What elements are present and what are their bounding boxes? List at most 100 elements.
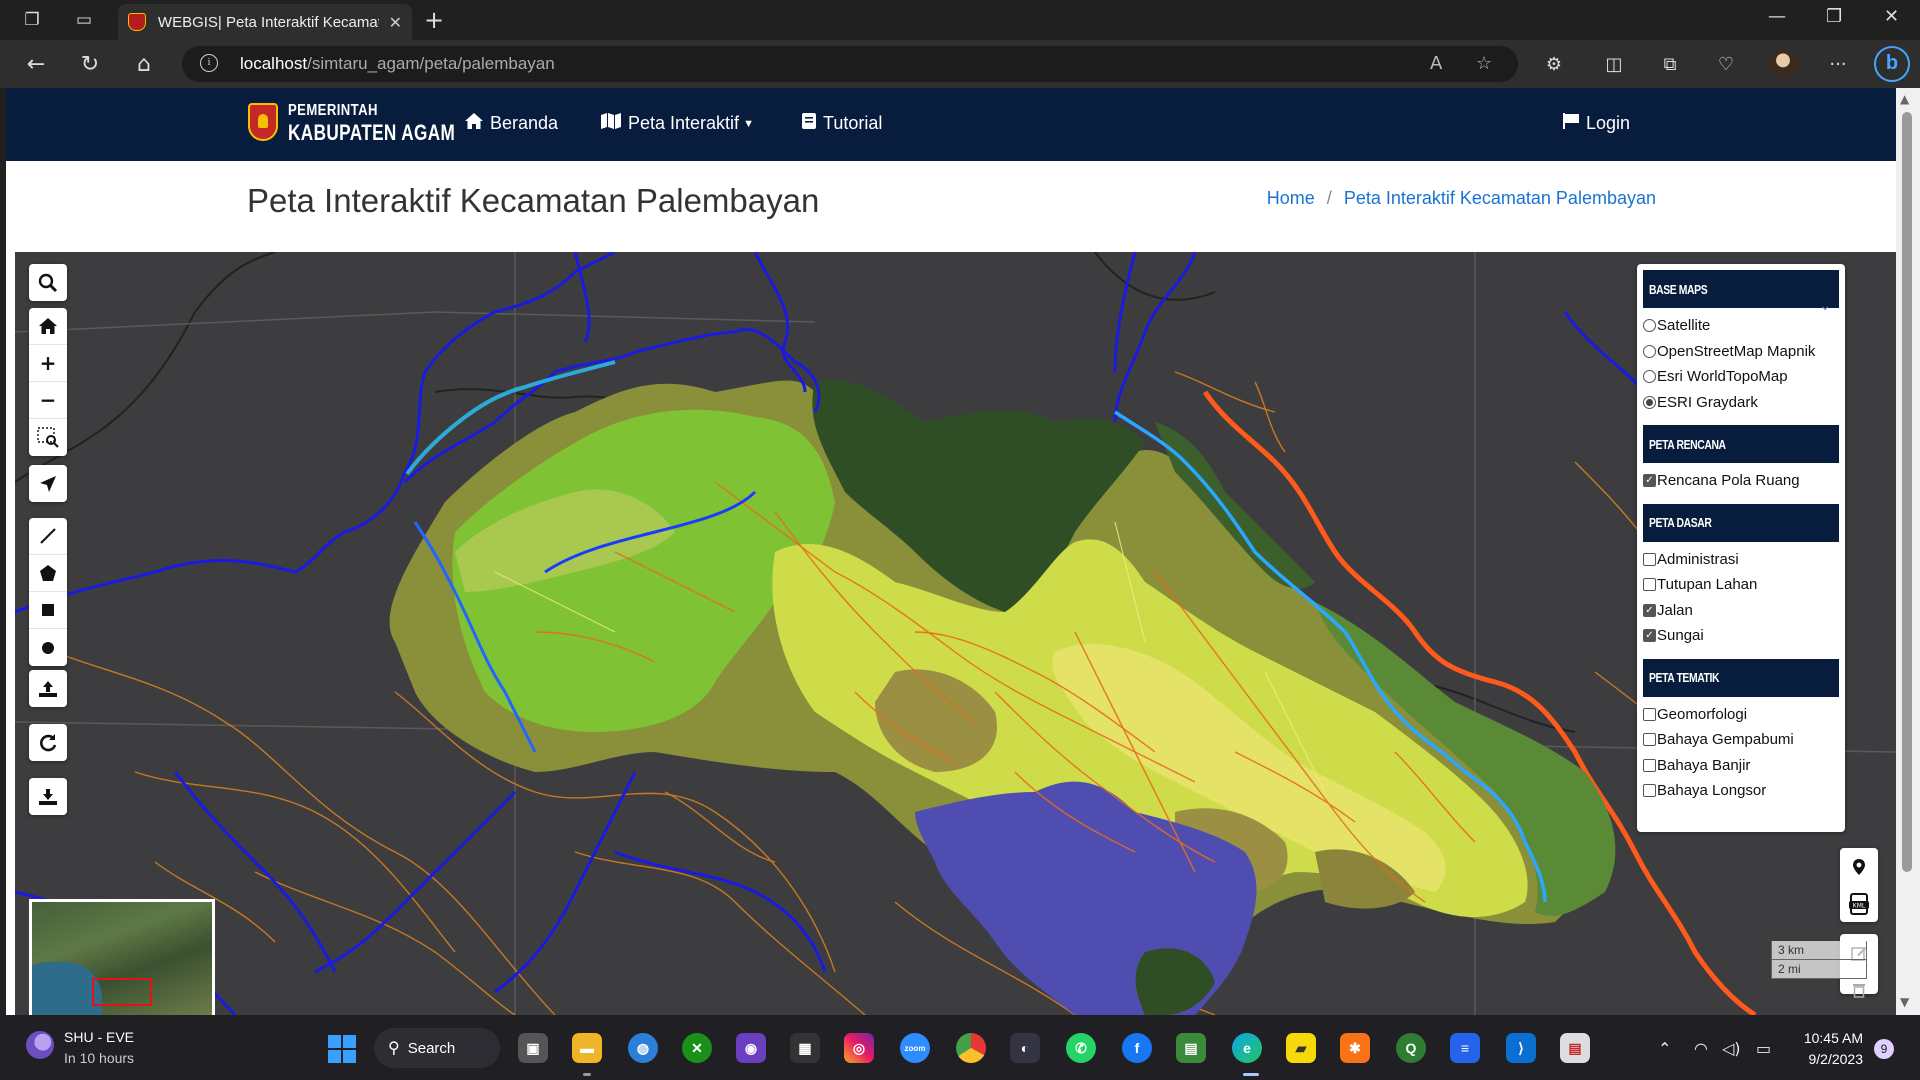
layer-option[interactable]: ✓ Rencana Pola Ruang	[1643, 468, 1839, 494]
checkbox[interactable]	[1643, 578, 1656, 592]
more-menu-icon[interactable]: ···	[1824, 50, 1852, 78]
radio-button-selected[interactable]	[1643, 395, 1656, 409]
battery-icon[interactable]: ▭	[1756, 1039, 1771, 1058]
home-icon[interactable]	[29, 308, 67, 345]
tray-chevron-up-icon[interactable]: ⌃	[1658, 1039, 1671, 1058]
locate-icon[interactable]	[29, 465, 67, 502]
radio-button[interactable]	[1643, 319, 1656, 333]
browser-essentials-icon[interactable]: ♡	[1712, 50, 1740, 78]
volume-icon[interactable]: ◁)	[1722, 1039, 1741, 1058]
zoom-out-icon[interactable]: −	[29, 382, 67, 419]
minimap-extent-box[interactable]	[92, 978, 152, 1006]
read-aloud-icon[interactable]: A	[1430, 53, 1442, 74]
refresh-icon[interactable]	[29, 724, 67, 761]
layer-option[interactable]: Bahaya Gempabumi	[1643, 727, 1839, 753]
app-icon[interactable]: ◐	[1010, 1033, 1040, 1063]
close-tab-icon[interactable]: ✕	[389, 13, 402, 32]
weather-icon[interactable]	[26, 1031, 54, 1059]
chevron-down-icon[interactable]: ⌄	[1819, 298, 1831, 314]
basemap-option[interactable]: OpenStreetMap Mapnik	[1643, 339, 1839, 365]
overview-minimap[interactable]	[29, 899, 215, 1015]
checkbox[interactable]	[1643, 733, 1656, 747]
agam-logo-icon[interactable]	[248, 103, 278, 141]
clock-date[interactable]: 9/2/2023	[1797, 1051, 1864, 1067]
xbox-icon[interactable]: ✕	[682, 1033, 712, 1063]
search-icon[interactable]	[29, 264, 67, 301]
checkbox-checked[interactable]: ✓	[1643, 474, 1656, 488]
workspaces-icon[interactable]: ❐	[20, 8, 44, 32]
basemap-option[interactable]: ESRI Graydark	[1643, 390, 1839, 416]
instagram-icon[interactable]: ◎	[844, 1033, 874, 1063]
layer-option[interactable]: Bahaya Banjir	[1643, 753, 1839, 779]
upload-icon[interactable]	[29, 670, 67, 707]
zoom-icon[interactable]: zoom	[900, 1033, 930, 1063]
checkbox[interactable]	[1643, 707, 1656, 721]
scroll-down-icon[interactable]: ▼	[1900, 995, 1909, 1009]
nav-peta-interaktif[interactable]: Peta Interaktif ▼	[600, 112, 754, 135]
minimize-icon[interactable]: —	[1768, 6, 1786, 27]
taskbar-search-button[interactable]: ⚲ Search	[374, 1028, 500, 1068]
xampp-icon[interactable]: ✱	[1340, 1033, 1370, 1063]
notification-badge[interactable]: 9	[1874, 1039, 1894, 1059]
qgis-icon[interactable]: Q	[1396, 1033, 1426, 1063]
radio-button[interactable]	[1643, 344, 1656, 358]
logo-line1[interactable]: PEMERINTAH	[288, 102, 378, 120]
collections-icon[interactable]: ⧉	[1656, 50, 1684, 78]
nav-beranda[interactable]: Beranda	[464, 112, 558, 135]
extensions-icon[interactable]: ⚙	[1540, 50, 1568, 78]
logo-line2[interactable]: KABUPATEN AGAM	[288, 120, 455, 146]
layer-option[interactable]: Bahaya Longsor	[1643, 778, 1839, 804]
chrome-icon[interactable]	[956, 1033, 986, 1063]
scroll-thumb[interactable]	[1902, 112, 1912, 872]
layer-option[interactable]: Tutupan Lahan	[1643, 572, 1839, 598]
wifi-icon[interactable]: ◠	[1694, 1039, 1708, 1058]
weather-title[interactable]: SHU - EVE	[64, 1029, 134, 1045]
restore-icon[interactable]: ❐	[1826, 6, 1842, 27]
draw-line-icon[interactable]	[29, 518, 67, 555]
interactive-map[interactable]: + − BASE MAPS ⌄ Satellite OpenStreetMap …	[15, 252, 1896, 1015]
download-icon[interactable]	[29, 778, 67, 815]
checkbox-checked[interactable]: ✓	[1643, 603, 1656, 617]
zoom-box-icon[interactable]	[29, 419, 67, 456]
draw-polygon-icon[interactable]	[29, 555, 67, 592]
close-window-icon[interactable]: ✕	[1884, 6, 1899, 27]
copilot-icon[interactable]: b	[1874, 46, 1910, 82]
vscode-icon[interactable]: ⟩	[1506, 1033, 1536, 1063]
kml-export-icon[interactable]: KML	[1840, 885, 1878, 922]
tab-actions-icon[interactable]: ▭	[72, 8, 96, 32]
draw-rectangle-icon[interactable]	[29, 592, 67, 629]
layer-option[interactable]: Geomorfologi	[1643, 702, 1839, 728]
media-app-icon[interactable]: ◉	[736, 1033, 766, 1063]
radio-button[interactable]	[1643, 370, 1656, 384]
profile-avatar[interactable]	[1768, 49, 1798, 79]
task-view-icon[interactable]: ▣	[518, 1033, 548, 1063]
checkbox[interactable]	[1643, 552, 1656, 566]
url-field[interactable]: i localhost/simtaru_agam/peta/palembayan…	[182, 46, 1518, 82]
breadcrumb-home[interactable]: Home	[1267, 188, 1315, 209]
whatsapp-icon[interactable]: ✆	[1066, 1033, 1096, 1063]
reload-icon[interactable]: ↻	[76, 50, 104, 78]
scroll-up-icon[interactable]: ▲	[1900, 92, 1909, 106]
nav-login[interactable]: Login	[1562, 112, 1630, 135]
sticky-notes-icon[interactable]: ▰	[1286, 1033, 1316, 1063]
edge-icon[interactable]: e	[1232, 1033, 1262, 1063]
checkbox[interactable]	[1643, 758, 1656, 772]
checkbox-checked[interactable]: ✓	[1643, 629, 1656, 643]
weather-subtitle[interactable]: In 10 hours	[64, 1050, 134, 1066]
layer-option[interactable]: ✓ Jalan	[1643, 598, 1839, 624]
nav-tutorial[interactable]: Tutorial	[801, 112, 882, 135]
favorite-star-icon[interactable]: ☆	[1476, 53, 1492, 74]
notepad-icon[interactable]: ≡	[1450, 1033, 1480, 1063]
map-marker-icon[interactable]	[1840, 848, 1878, 885]
home-browser-icon[interactable]: ⌂	[130, 50, 158, 78]
globe-app-icon[interactable]: ◍	[628, 1033, 658, 1063]
file-explorer-icon[interactable]: ▬	[572, 1033, 602, 1063]
breadcrumb-current[interactable]: Peta Interaktif Kecamatan Palembayan	[1344, 188, 1656, 209]
site-info-icon[interactable]: i	[200, 54, 218, 72]
facebook-icon[interactable]: f	[1122, 1033, 1152, 1063]
basemap-option[interactable]: Esri WorldTopoMap	[1643, 364, 1839, 390]
layer-option[interactable]: Administrasi	[1643, 547, 1839, 573]
split-screen-icon[interactable]: ◫	[1600, 50, 1628, 78]
browser-tab[interactable]: WEBGIS| Peta Interaktif Kecamatan Palemb…	[118, 4, 412, 40]
basemap-option[interactable]: Satellite	[1643, 313, 1839, 339]
